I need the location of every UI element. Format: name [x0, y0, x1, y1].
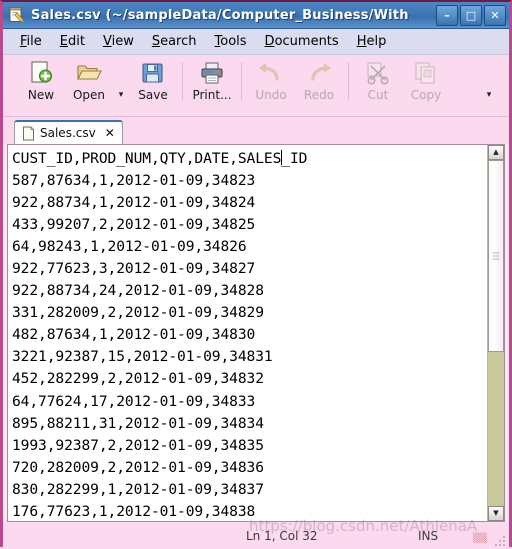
toolbar-separator [241, 62, 242, 100]
tab-strip: Sales.csv ✕ [3, 117, 509, 144]
scroll-up-button[interactable]: ▲ [488, 145, 504, 160]
redo-arrow-icon [305, 60, 333, 87]
cut-button[interactable]: Cut [354, 60, 402, 102]
gedit-window: Sales.csv (~/sampleData/Computer_Busines… [0, 0, 512, 549]
new-button-label: New [27, 88, 55, 102]
text-line: 830,282299,1,2012-01-09,34837 [12, 480, 264, 498]
undo-button-label: Undo [255, 88, 287, 102]
scrollbar-track[interactable] [488, 160, 504, 506]
text-view[interactable]: CUST_ID,PROD_NUM,QTY,DATE,SALES_ID 587,87… [8, 145, 487, 521]
tab-sales-csv[interactable]: Sales.csv ✕ [14, 120, 123, 144]
text-line: 64,77624,17,2012-01-09,34833 [12, 392, 256, 410]
save-button-label: Save [138, 88, 168, 102]
text-line: 482,87634,1,2012-01-09,34830 [12, 326, 256, 344]
text-line: 452,282299,2,2012-01-09,34832 [12, 370, 264, 388]
menu-item-tools[interactable]: Tools [206, 32, 256, 51]
open-folder-icon [75, 60, 103, 87]
toolbar: New Open ▾ Save Print... Undo Redo Cut C… [3, 55, 509, 117]
window-title: Sales.csv (~/sampleData/Computer_Busines… [31, 7, 409, 23]
text-line: 3221,92387,15,2012-01-09,34831 [12, 348, 273, 366]
editor-area: CUST_ID,PROD_NUM,QTY,DATE,SALES_ID 587,87… [7, 144, 505, 522]
insert-mode-label: INS [418, 528, 439, 543]
text-line: 720,282009,2,2012-01-09,34836 [12, 458, 264, 476]
status-bar: Ln 1, Col 32 INS [3, 522, 509, 549]
window-controls: – □ ✕ [436, 4, 506, 26]
title-bar[interactable]: Sales.csv (~/sampleData/Computer_Busines… [3, 2, 509, 29]
text-line: 331,282009,2,2012-01-09,34829 [12, 304, 264, 322]
close-button[interactable]: ✕ [484, 4, 506, 26]
menu-item-view[interactable]: View [94, 32, 143, 51]
menu-item-help[interactable]: Help [348, 32, 396, 51]
text-cursor [281, 150, 283, 165]
menu-bar: File Edit View Search Tools Documents He… [3, 29, 509, 55]
menu-item-edit[interactable]: Edit [51, 32, 94, 51]
text-line: 176,77623,1,2012-01-09,34838 [12, 502, 256, 520]
print-button-label: Print... [192, 88, 232, 102]
text-line: 922,77623,3,2012-01-09,34827 [12, 260, 256, 278]
open-button-label: Open [72, 88, 106, 102]
open-button[interactable]: Open [65, 60, 113, 102]
scroll-down-button[interactable]: ▼ [488, 506, 504, 521]
text-line: 1993,92387,2,2012-01-09,34835 [12, 436, 264, 454]
new-button[interactable]: New [17, 60, 65, 102]
save-button[interactable]: Save [129, 60, 177, 102]
copy-pages-icon [412, 60, 440, 87]
scrollbar-grip-icon [492, 252, 500, 260]
menu-item-file[interactable]: File [11, 32, 51, 51]
notepad-pencil-icon [8, 6, 26, 24]
copy-button-label: Copy [410, 88, 442, 102]
text-line: 922,88734,1,2012-01-09,34824 [12, 194, 256, 212]
toolbar-separator [182, 62, 183, 100]
scissors-icon [364, 60, 392, 87]
text-file-icon [22, 126, 35, 141]
floppy-disk-icon [139, 60, 167, 87]
minimize-button[interactable]: – [436, 4, 458, 26]
tab-close-icon[interactable]: ✕ [105, 127, 115, 139]
undo-arrow-icon [257, 60, 285, 87]
copy-button[interactable]: Copy [402, 60, 450, 102]
resize-grip-icon[interactable] [495, 536, 506, 547]
text-line: 922,88734,24,2012-01-09,34828 [12, 282, 264, 300]
printer-icon [198, 60, 226, 87]
toolbar-overflow-arrow-icon[interactable]: ▾ [481, 90, 497, 100]
print-button[interactable]: Print... [188, 60, 236, 102]
vertical-scrollbar[interactable]: ▲ ▼ [487, 145, 504, 521]
cut-button-label: Cut [367, 88, 389, 102]
text-line: 587,87634,1,2012-01-09,34823 [12, 172, 256, 190]
menu-item-search[interactable]: Search [143, 32, 206, 51]
redo-button-label: Redo [303, 88, 335, 102]
menu-item-documents[interactable]: Documents [256, 32, 348, 51]
text-line: CUST_ID,PROD_NUM,QTY,DATE,SALES_ID [12, 150, 308, 167]
cursor-position-label: Ln 1, Col 32 [246, 528, 318, 543]
text-line: 433,99207,2,2012-01-09,34825 [12, 216, 256, 234]
undo-button[interactable]: Undo [247, 60, 295, 102]
redo-button[interactable]: Redo [295, 60, 343, 102]
tab-label: Sales.csv [40, 126, 96, 140]
toolbar-separator [348, 62, 349, 100]
text-line: 895,88211,31,2012-01-09,34834 [12, 414, 264, 432]
scrollbar-thumb[interactable] [488, 160, 504, 353]
text-line: 64,98243,1,2012-01-09,34826 [12, 238, 247, 256]
maximize-button[interactable]: □ [460, 4, 482, 26]
open-dropdown-arrow-icon[interactable]: ▾ [113, 90, 129, 100]
new-document-icon [27, 60, 55, 87]
